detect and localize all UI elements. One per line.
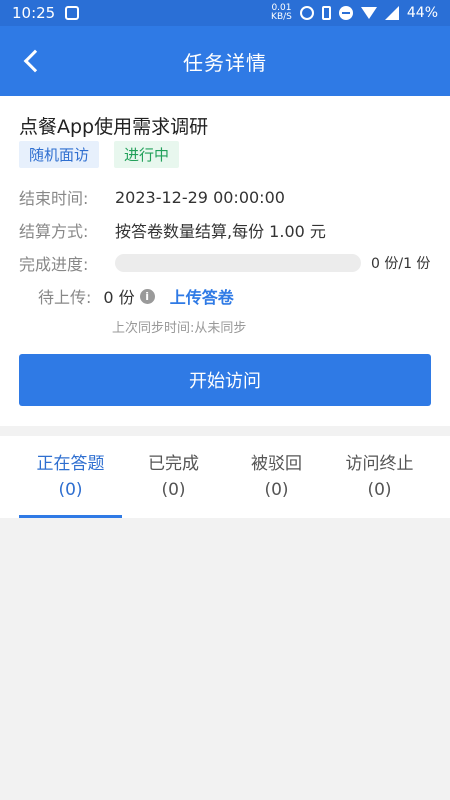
pending-label: 待上传: — [38, 288, 92, 307]
tab-rejected[interactable]: 被驳回 (0) — [225, 436, 328, 518]
tab-label: 已完成 — [148, 454, 199, 474]
tab-count: (0) — [58, 480, 83, 500]
net-speed: 0.01 KB/S — [271, 4, 292, 22]
tab-label: 访问终止 — [345, 454, 414, 474]
task-card: 点餐App使用需求调研 随机面访 进行中 结束时间: 2023-12-29 00… — [0, 96, 450, 426]
task-status-tag: 进行中 — [114, 141, 180, 168]
nav-bar: 任务详情 — [0, 26, 450, 96]
end-time-row: 结束时间: 2023-12-29 00:00:00 — [19, 185, 285, 209]
pending-upload-row: 待上传: 0 份 i 上传答卷 — [38, 284, 234, 308]
tab-answering[interactable]: 正在答题 (0) — [19, 436, 122, 518]
wifi-icon — [360, 7, 377, 19]
last-sync-text: 上次同步时间:从未同步 — [112, 321, 247, 336]
tab-count: (0) — [264, 480, 289, 500]
back-arrow-icon[interactable] — [16, 45, 48, 77]
phone-icon — [321, 6, 331, 20]
end-time-label: 结束时间: — [19, 189, 89, 208]
progress-bar — [115, 254, 361, 272]
pending-value: 0 份 — [103, 288, 135, 307]
tab-terminated[interactable]: 访问终止 (0) — [328, 436, 431, 518]
status-tabs: 正在答题 (0) 已完成 (0) 被驳回 (0) 访问终止 (0) — [0, 436, 450, 518]
app-notification-icon — [65, 6, 80, 20]
tab-label: 被驳回 — [251, 454, 302, 474]
tab-count: (0) — [367, 480, 392, 500]
alarm-icon — [299, 6, 314, 20]
start-interview-button[interactable]: 开始访问 — [19, 354, 431, 406]
tab-completed[interactable]: 已完成 (0) — [122, 436, 225, 518]
upload-answers-link[interactable]: 上传答卷 — [170, 284, 234, 308]
status-time: 10:25 — [12, 4, 56, 22]
status-icons: 0.01 KB/S 44% — [271, 4, 438, 22]
end-time-value: 2023-12-29 00:00:00 — [115, 187, 285, 207]
tab-count: (0) — [161, 480, 186, 500]
settlement-value: 按答卷数量结算,每份 1.00 元 — [115, 222, 326, 241]
progress-text: 0 份/1 份 — [371, 256, 431, 272]
settlement-label: 结算方式: — [19, 222, 89, 241]
progress-row: 完成进度: 0 份/1 份 — [19, 251, 430, 275]
task-title: 点餐App使用需求调研 — [19, 116, 209, 138]
progress-label: 完成进度: — [19, 255, 89, 274]
task-tags: 随机面访 进行中 — [19, 141, 180, 168]
battery-level: 44% — [406, 5, 438, 21]
task-type-tag: 随机面访 — [19, 141, 100, 168]
do-not-disturb-icon — [338, 6, 353, 20]
net-speed-unit: KB/S — [271, 12, 292, 22]
signal-icon — [384, 6, 399, 20]
status-bar: 10:25 0.01 KB/S 44% — [0, 0, 450, 26]
tab-label: 正在答题 — [36, 454, 105, 474]
page-title: 任务详情 — [183, 50, 267, 75]
settlement-row: 结算方式: 按答卷数量结算,每份 1.00 元 — [19, 218, 326, 242]
info-icon[interactable]: i — [139, 288, 155, 304]
